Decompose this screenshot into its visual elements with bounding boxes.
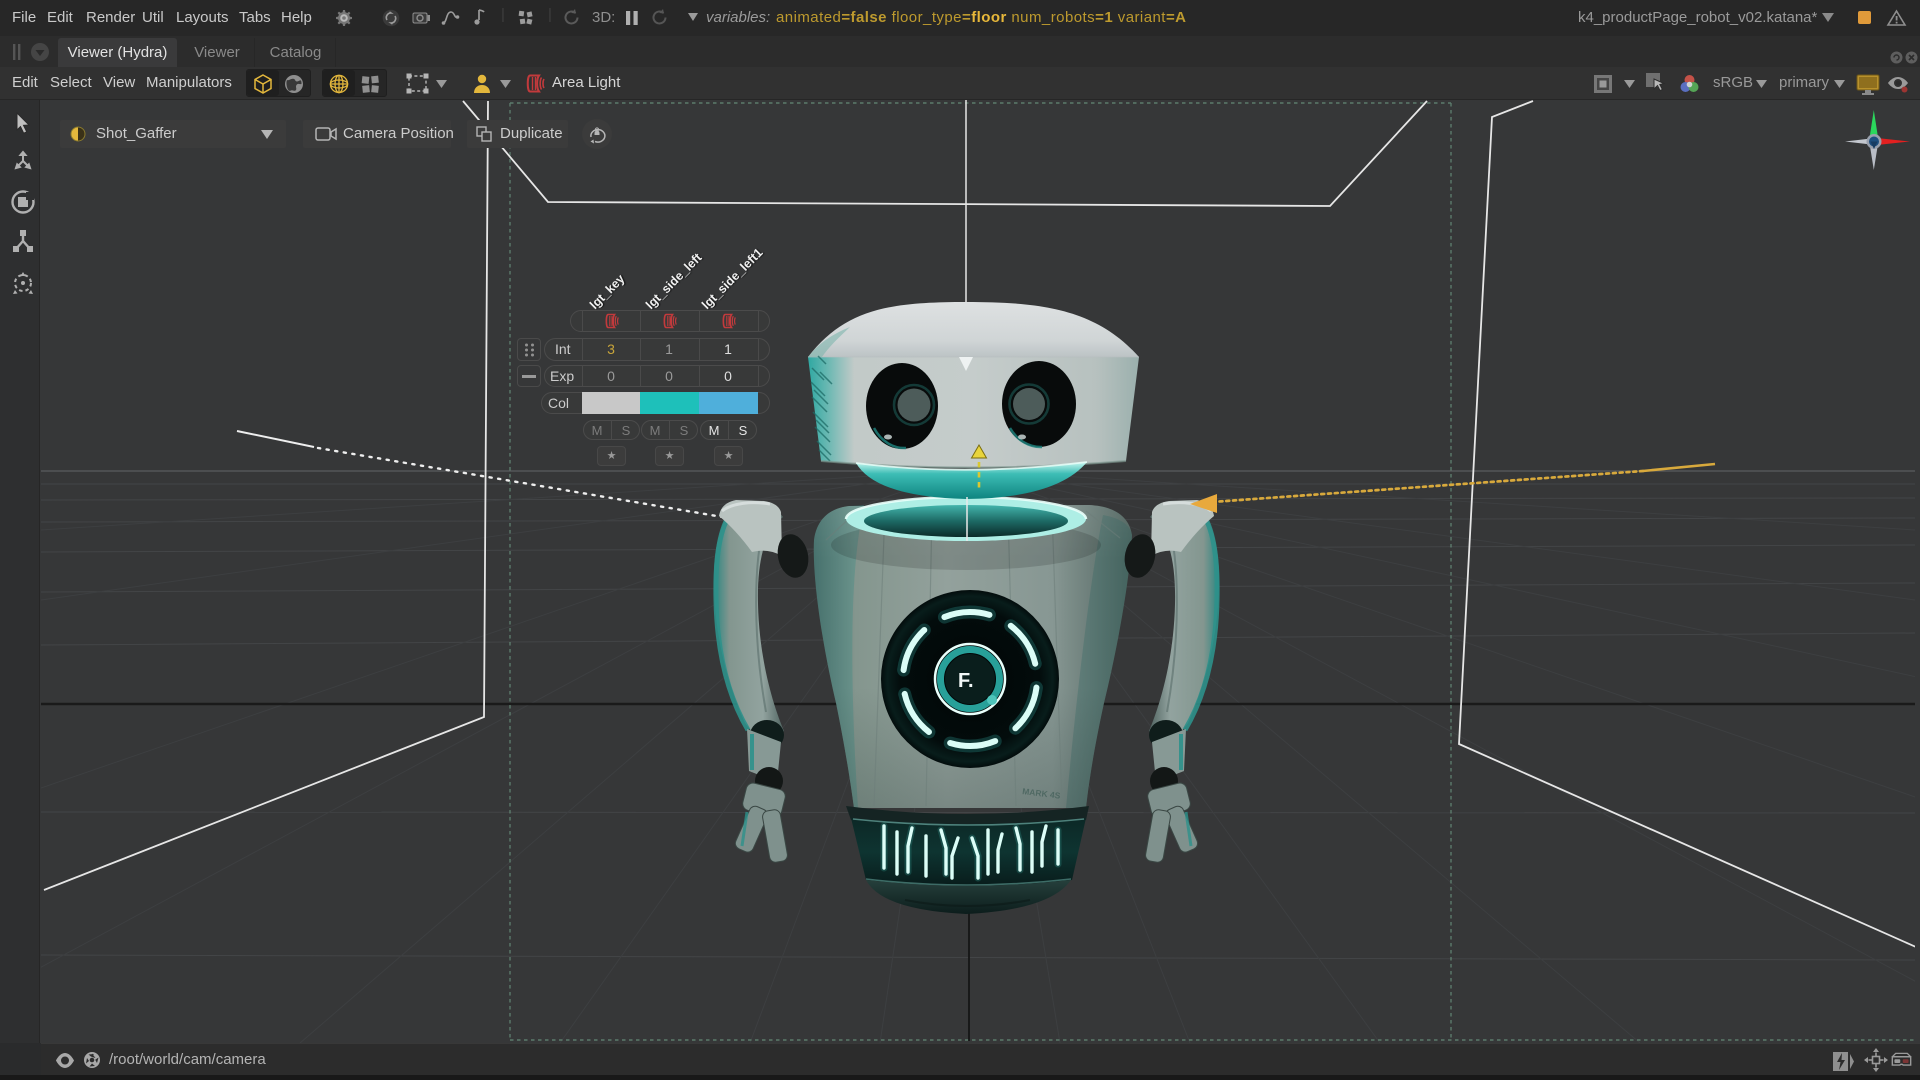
svg-text:F.: F. bbox=[958, 670, 974, 692]
